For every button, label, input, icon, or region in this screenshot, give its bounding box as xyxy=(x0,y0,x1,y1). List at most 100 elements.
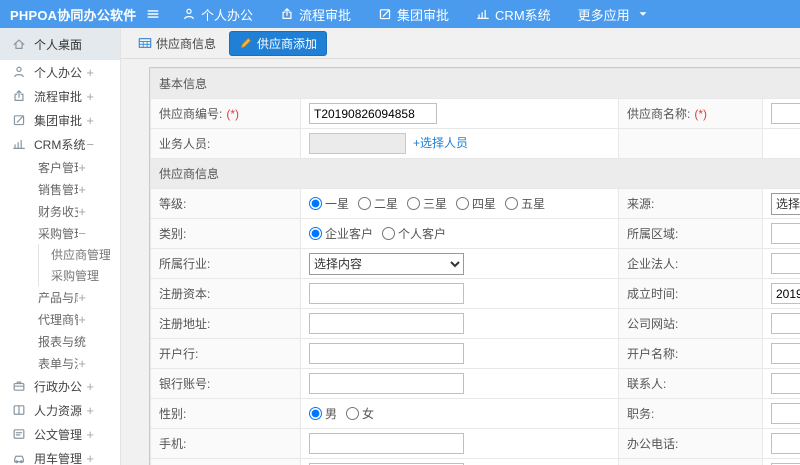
radio-label: 女 xyxy=(362,407,375,421)
sidebar-item-customer-mgmt[interactable]: 客户管理+ xyxy=(0,156,120,178)
topnav-item-personal-office[interactable]: 个人办公 xyxy=(182,5,253,24)
field-cell: 选择内容 xyxy=(300,248,619,279)
field-cell xyxy=(761,218,800,249)
choose-person-link[interactable]: +选择人员 xyxy=(413,136,468,150)
position-input[interactable] xyxy=(771,403,800,424)
sidebar-item-sales-mgmt[interactable]: 销售管理+ xyxy=(0,178,120,200)
bank-account-input[interactable] xyxy=(309,373,464,394)
level-radio-2[interactable]: 二星 xyxy=(358,197,398,211)
topnav-item-workflow-approval[interactable]: 流程审批 xyxy=(280,5,351,24)
sidebar-item-workflow-approval[interactable]: 流程审批 + xyxy=(0,84,120,108)
table-icon xyxy=(138,36,152,50)
app-window: PHPOA协同办公软件 个人办公 流程审批 集团审批 CRM系统 更多应用 个人桌面 个人… xyxy=(0,0,800,465)
menu-icon[interactable] xyxy=(138,7,168,21)
sidebar-item-agent-mgmt[interactable]: 代理商管理+ xyxy=(0,308,120,330)
contact-person-input[interactable] xyxy=(771,373,800,394)
car-icon xyxy=(12,451,26,465)
sidebar-item-admin-office[interactable]: 行政办公 + xyxy=(0,374,120,398)
expand-icon[interactable]: + xyxy=(86,114,94,127)
field-label: 供应商名称: xyxy=(627,107,691,121)
expand-icon[interactable]: + xyxy=(86,90,94,103)
account-name-input[interactable] xyxy=(771,343,800,364)
sidebar-item-vehicle-mgmt[interactable]: 用车管理 + xyxy=(0,446,120,465)
expand-icon[interactable]: + xyxy=(78,357,86,370)
collapse-icon[interactable]: − xyxy=(78,227,86,240)
supplier-name-input[interactable] xyxy=(771,103,800,124)
expand-icon[interactable]: + xyxy=(86,66,94,79)
registered-address-input[interactable] xyxy=(309,313,464,334)
legal-person-input[interactable] xyxy=(771,253,800,274)
sidebar-item-reports-stats[interactable]: 报表与统计 xyxy=(0,330,120,352)
level-radio-5[interactable]: 五星 xyxy=(505,197,545,211)
office-phone-input[interactable] xyxy=(771,433,800,454)
topnav-item-crm-system[interactable]: CRM系统 xyxy=(476,5,551,24)
user-icon xyxy=(182,7,196,21)
sidebar-item-label: 用车管理 xyxy=(34,451,83,465)
sidebar-item-supplier-mgmt[interactable]: 供应商管理 xyxy=(38,244,120,265)
sidebar-item-purchase-mgmt[interactable]: 采购管理− xyxy=(0,222,120,244)
expand-icon[interactable]: + xyxy=(78,205,86,218)
field-label: 开户行: xyxy=(159,347,199,361)
industry-select[interactable]: 选择内容 xyxy=(309,252,464,275)
user-icon xyxy=(12,65,26,79)
expand-icon[interactable]: + xyxy=(86,428,94,441)
expand-icon[interactable]: + xyxy=(78,291,86,304)
sidebar-item-personal-desktop[interactable]: 个人桌面 xyxy=(0,28,120,60)
topnav-label: 个人办公 xyxy=(201,7,254,23)
sidebar-item-label: 产品与库存 xyxy=(38,290,78,305)
field-label: 业务人员: xyxy=(159,137,211,151)
tab-supplier-add[interactable]: 供应商添加 xyxy=(229,30,328,56)
radio-label: 企业客户 xyxy=(325,227,374,241)
field-cell: 男女 xyxy=(300,398,619,429)
topnav-item-group-approval[interactable]: 集团审批 xyxy=(378,5,449,24)
category-radio-1[interactable]: 企业客户 xyxy=(309,227,373,241)
company-website-input[interactable] xyxy=(771,313,800,334)
field-label: 公司网站: xyxy=(627,317,679,331)
form-row: 类别: 企业客户 个人客户 所属区域: xyxy=(150,218,800,249)
established-date-input[interactable] xyxy=(771,283,800,304)
sidebar-item-label: 个人办公 xyxy=(34,65,83,80)
sidebar-item-label: 公文管理 xyxy=(34,427,83,442)
sidebar-item-personal-office[interactable]: 个人办公 + xyxy=(0,60,120,84)
mobile-input[interactable] xyxy=(309,433,464,454)
sidebar-item-label: 代理商管理 xyxy=(38,312,78,327)
topnav-label: 流程审批 xyxy=(299,7,352,23)
sidebar-item-document-mgmt[interactable]: 公文管理 + xyxy=(0,422,120,446)
edit-icon xyxy=(12,113,26,127)
sidebar-item-human-resources[interactable]: 人力资源 + xyxy=(0,398,120,422)
tab-supplier-list[interactable]: 供应商信息 xyxy=(134,32,220,55)
sidebar-item-group-approval[interactable]: 集团审批 + xyxy=(0,108,120,132)
expand-icon[interactable]: + xyxy=(86,452,94,465)
field-cell xyxy=(761,128,800,159)
expand-icon[interactable]: + xyxy=(86,404,94,417)
topnav-item-more-apps[interactable]: 更多应用 xyxy=(578,5,650,24)
chart-icon xyxy=(476,7,490,21)
field-cell xyxy=(761,428,800,459)
sidebar-item-product-inventory[interactable]: 产品与库存+ xyxy=(0,286,120,308)
level-radio-1[interactable]: 一星 xyxy=(309,197,349,211)
source-select[interactable]: 选择内容 xyxy=(771,192,800,215)
registered-capital-input[interactable] xyxy=(309,283,464,304)
bank-branch-input[interactable] xyxy=(309,343,464,364)
sidebar-item-label: 供应商管理 xyxy=(51,248,110,262)
sidebar-item-form-workflow-settings[interactable]: 表单与流程设置+ xyxy=(0,352,120,374)
field-label-cell: 手机: xyxy=(150,428,301,459)
category-radio-2[interactable]: 个人客户 xyxy=(382,227,446,241)
expand-icon[interactable]: + xyxy=(78,183,86,196)
expand-icon[interactable]: + xyxy=(78,313,86,326)
level-radio-4[interactable]: 四星 xyxy=(456,197,496,211)
gender-radio-2[interactable]: 女 xyxy=(346,407,374,421)
expand-icon[interactable]: + xyxy=(86,380,94,393)
region-input[interactable] xyxy=(771,223,800,244)
collapse-icon[interactable]: − xyxy=(86,138,94,151)
sales-person-input[interactable] xyxy=(309,133,406,154)
sidebar-item-label: 采购管理 xyxy=(38,226,78,241)
sidebar-item-finance[interactable]: 财务收支+ xyxy=(0,200,120,222)
gender-radio-1[interactable]: 男 xyxy=(309,407,337,421)
sidebar-item-crm-system[interactable]: CRM系统 − xyxy=(0,132,120,156)
expand-icon[interactable]: + xyxy=(78,161,86,174)
supplier-code-input[interactable] xyxy=(309,103,437,124)
field-cell xyxy=(300,368,619,399)
sidebar-item-purchasing[interactable]: 采购管理 xyxy=(38,265,120,286)
level-radio-3[interactable]: 三星 xyxy=(407,197,447,211)
